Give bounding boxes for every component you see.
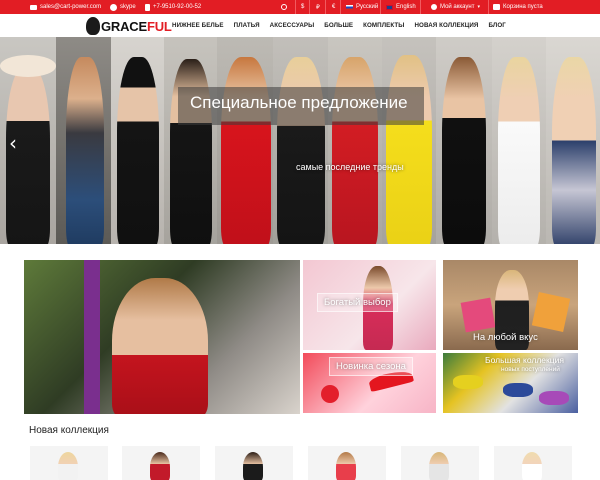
account-menu[interactable]: Мой аккаунт ▾	[431, 0, 480, 14]
language-en-button[interactable]: English	[386, 0, 416, 14]
slide-model-photo	[111, 37, 164, 244]
currency-euro: €	[332, 4, 336, 10]
slide-model-photo	[217, 37, 273, 244]
promo-label-wide-choice: Богатый выбор	[317, 293, 398, 312]
slide-model-photo	[492, 37, 546, 244]
slider-prev-arrow-icon[interactable]: ‹	[9, 133, 21, 153]
divider	[295, 0, 296, 14]
nav-item-lingerie[interactable]: НИЖНЕЕ БЕЛЬЕ	[172, 22, 224, 29]
account-label: Мой аккаунт	[440, 4, 475, 10]
divider	[340, 0, 341, 14]
envelope-icon	[30, 4, 37, 10]
currency-dollar-button[interactable]: $	[301, 0, 304, 14]
product-photo	[58, 452, 78, 480]
uk-flag-icon	[386, 4, 393, 10]
section-title-new-collection: Новая коллекция	[29, 425, 109, 436]
hero-subtitle: самые последние тренды	[296, 162, 404, 172]
promo-label-season-new: Новинка сезона	[329, 357, 413, 376]
russia-flag-icon	[346, 4, 353, 10]
shopping-bag-photo	[460, 297, 496, 333]
currency-euro-button[interactable]: €	[332, 0, 335, 14]
divider	[325, 0, 326, 14]
slide-model-photo	[436, 37, 492, 244]
user-icon	[431, 4, 437, 10]
language-en-label: English	[396, 4, 416, 10]
divider	[309, 0, 310, 14]
skype-text: skype	[120, 4, 136, 10]
promo-banner-main[interactable]	[24, 260, 300, 414]
logo[interactable]: GRACEFUL	[86, 16, 172, 36]
nav-item-new-collection[interactable]: НОВАЯ КОЛЛЕКЦИЯ	[414, 22, 478, 29]
phone-icon	[145, 3, 150, 11]
currency-ruble-button[interactable]: ₽	[316, 0, 320, 14]
shoe-photo	[453, 375, 483, 389]
promo-label-any-taste: На любой вкус	[473, 332, 538, 343]
product-card[interactable]	[30, 446, 108, 480]
phone-text: +7-9510-92-00-52	[153, 4, 202, 10]
slide-model-photo	[546, 37, 600, 244]
logo-text-part1: GRACE	[101, 18, 147, 34]
shopping-bag-photo	[531, 292, 571, 332]
product-photo	[429, 452, 449, 480]
currency-ruble: ₽	[316, 4, 320, 11]
nav-item-sets[interactable]: КОМПЛЕКТЫ	[363, 22, 404, 29]
nav-item-dresses[interactable]: ПЛАТЬЯ	[234, 22, 260, 29]
promo-label-big-collection: Большая коллекция	[485, 355, 564, 365]
product-photo	[243, 452, 263, 480]
nav-item-blog[interactable]: БЛОГ	[488, 22, 505, 29]
search-icon	[281, 4, 287, 10]
slide-model-photo	[273, 37, 328, 244]
skype-icon	[110, 3, 117, 11]
promo-banner-any-taste[interactable]: На любой вкус	[443, 260, 578, 350]
slide-model-photo	[56, 37, 111, 244]
language-ru-button[interactable]: Русский	[346, 0, 378, 14]
top-bar: sales@cart-power.com skype +7-9510-92-00…	[0, 0, 600, 14]
product-card[interactable]	[122, 446, 200, 480]
accessory-photo	[321, 385, 339, 403]
logo-woman-silhouette-icon	[86, 17, 100, 35]
email-link[interactable]: sales@cart-power.com	[30, 0, 101, 14]
cart-button[interactable]: Корзина пуста	[493, 0, 543, 14]
skype-link[interactable]: skype	[110, 0, 136, 14]
currency-dollar: $	[301, 4, 305, 10]
curtain-decor	[84, 260, 100, 414]
model-photo	[112, 278, 208, 414]
product-card[interactable]	[215, 446, 293, 480]
search-button[interactable]	[281, 0, 287, 14]
email-text: sales@cart-power.com	[40, 4, 102, 10]
divider	[380, 0, 381, 14]
divider	[420, 0, 421, 14]
cart-icon	[493, 4, 500, 10]
product-card[interactable]	[308, 446, 386, 480]
shoe-photo	[503, 383, 533, 397]
chevron-down-icon: ▾	[477, 4, 480, 10]
divider	[488, 0, 489, 14]
slide-model-photo	[328, 37, 382, 244]
language-ru-label: Русский	[356, 4, 379, 10]
shoe-photo	[539, 391, 569, 405]
hero-title: Специальное предложение	[190, 93, 408, 112]
promo-label-new-arrivals: новых поступлений	[501, 366, 560, 373]
product-photo	[150, 452, 170, 480]
main-nav: НИЖНЕЕ БЕЛЬЕ ПЛАТЬЯ АКСЕССУАРЫ БОЛЬШЕ КО…	[167, 14, 511, 37]
slide-model-photo	[164, 37, 217, 244]
nav-item-more[interactable]: БОЛЬШЕ	[324, 22, 353, 29]
hero-slider[interactable]: ‹	[0, 37, 600, 244]
phone-link[interactable]: +7-9510-92-00-52	[145, 0, 201, 14]
promo-banner-season-new[interactable]: Новинка сезона	[303, 353, 436, 413]
slide-model-photo	[382, 37, 436, 244]
nav-item-accessories[interactable]: АКСЕССУАРЫ	[270, 22, 315, 29]
product-card[interactable]	[494, 446, 572, 480]
product-photo	[522, 452, 542, 480]
product-card[interactable]	[401, 446, 479, 480]
product-photo	[336, 452, 356, 480]
cart-label: Корзина пуста	[503, 4, 543, 10]
promo-banner-big-collection[interactable]: Большая коллекция новых поступлений	[443, 353, 578, 413]
logo-text: GRACEFUL	[101, 19, 172, 34]
promo-banner-wide-choice[interactable]: Богатый выбор	[303, 260, 436, 350]
